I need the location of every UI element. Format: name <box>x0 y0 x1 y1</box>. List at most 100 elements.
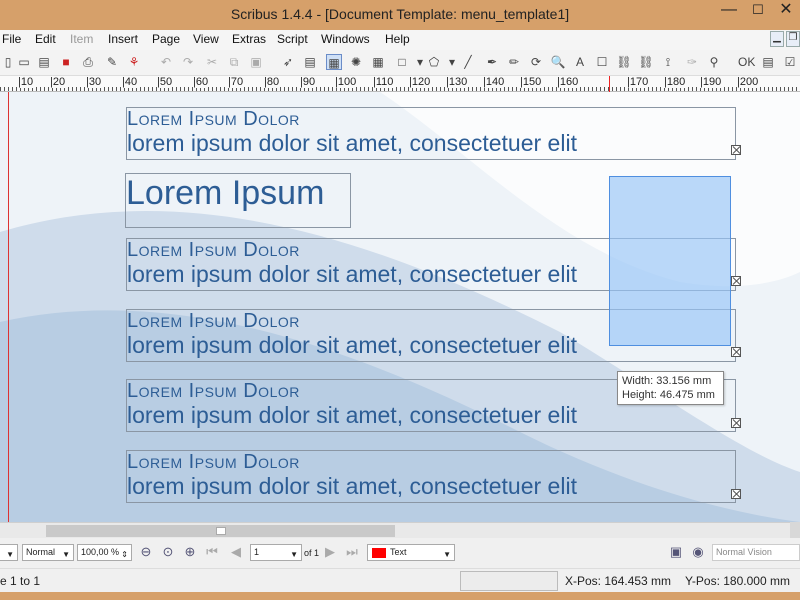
menu-help[interactable]: Help <box>385 32 410 46</box>
select-item-icon[interactable]: ➶ <box>280 54 296 70</box>
previous-page-icon[interactable]: ◀ <box>228 544 244 560</box>
cut-icon[interactable]: ✂ <box>204 54 220 70</box>
overflow-handle-icon[interactable] <box>731 145 741 155</box>
zoom-value: 100,00 % <box>81 547 120 557</box>
ruler-label: |110 <box>373 76 394 88</box>
zoom-in-icon[interactable]: ⊕ <box>182 544 198 560</box>
new-document-icon[interactable]: ▯ <box>0 54 16 70</box>
page-select[interactable]: 1 ▼ <box>250 544 302 561</box>
horizontal-scrollbar[interactable] <box>0 522 800 538</box>
scrollbar-grip-icon[interactable] <box>216 527 226 535</box>
first-page-icon[interactable]: ⏮ <box>204 544 220 560</box>
print-icon[interactable]: ⎙ <box>80 54 96 70</box>
horizontal-ruler: |10 |20 |30 |40 |50 |60 |70 |80 |90 |100… <box>0 76 800 92</box>
zoom-icon[interactable]: 🔍 <box>550 54 566 70</box>
text-frame-icon[interactable]: ▤ <box>302 54 318 70</box>
overflow-handle-icon[interactable] <box>731 276 741 286</box>
x-position-readout: X-Pos: 164.453 mm <box>565 574 672 588</box>
bezier-icon[interactable]: ✒ <box>484 54 500 70</box>
layer-select[interactable]: Text ▼ <box>367 544 455 561</box>
menu-insert[interactable]: Insert <box>108 32 138 46</box>
last-page-icon[interactable]: ⏭ <box>344 544 360 560</box>
overflow-handle-icon[interactable] <box>731 347 741 357</box>
measurements-icon[interactable]: ⟟ <box>660 54 676 70</box>
ruler-label: |180 <box>664 76 686 88</box>
status-progress-field <box>460 571 558 591</box>
menu-item[interactable]: Item <box>70 32 93 46</box>
pdf-checkbox-icon[interactable]: ☑ <box>782 54 798 70</box>
image-preview-quality-select[interactable]: Normal ▼ <box>22 544 74 561</box>
frame-body-text: lorem ipsum dolor sit amet, consectetuer… <box>127 473 577 499</box>
paste-icon[interactable]: ▣ <box>248 54 264 70</box>
ruler-label: |200 <box>737 76 759 88</box>
preview-mode-icon[interactable]: ▣ <box>668 544 684 560</box>
unlink-frames-icon[interactable]: ⛓ <box>638 54 654 70</box>
next-page-icon[interactable]: ▶ <box>322 544 338 560</box>
menu-view[interactable]: View <box>193 32 219 46</box>
zoom-100-icon[interactable]: ⊙ <box>160 544 176 560</box>
close-button[interactable]: ✕ <box>772 0 800 22</box>
image-frame-icon[interactable]: ▦ <box>326 54 342 70</box>
export-pdf-icon[interactable]: ⚘ <box>126 54 142 70</box>
ruler-label: |170 <box>627 76 649 88</box>
eye-dropper-icon[interactable]: ⚲ <box>706 54 722 70</box>
redo-icon[interactable]: ↷ <box>180 54 196 70</box>
edit-content-icon[interactable]: ☐ <box>594 54 610 70</box>
copy-properties-icon[interactable]: ✑ <box>684 54 700 70</box>
page-margin-line <box>8 92 9 522</box>
rotate-item-icon[interactable]: ⟳ <box>528 54 544 70</box>
maximize-button[interactable]: ☐ <box>744 0 772 22</box>
menu-edit[interactable]: Edit <box>35 32 56 46</box>
freehand-line-icon[interactable]: ✏ <box>506 54 522 70</box>
text-frame-5[interactable]: Lorem Ipsum Dolor lorem ipsum dolor sit … <box>126 450 741 503</box>
status-bar: e 1 to 1 X-Pos: 164.453 mm Y-Pos: 180.00… <box>0 568 800 592</box>
title-frame[interactable]: Lorem Ipsum <box>125 173 351 228</box>
polygon-icon[interactable]: ⬠ <box>426 54 442 70</box>
zoom-out-icon[interactable]: ⊖ <box>138 544 154 560</box>
overflow-handle-icon[interactable] <box>731 489 741 499</box>
scrollbar-corner <box>790 522 800 538</box>
undo-icon[interactable]: ↶ <box>158 54 174 70</box>
preflight-verifier-icon[interactable]: ✎ <box>104 54 120 70</box>
render-frame-icon[interactable]: ✺ <box>348 54 364 70</box>
line-icon[interactable]: ╱ <box>460 54 476 70</box>
mdi-minimize-icon[interactable]: ▁ <box>770 31 784 47</box>
zoom-input[interactable]: 100,00 % ⇕ <box>77 544 132 561</box>
pdf-text-field-icon[interactable]: ▤ <box>760 54 776 70</box>
menu-windows[interactable]: Windows <box>321 32 370 46</box>
mdi-restore-icon[interactable]: ❐ <box>786 31 800 47</box>
window-bottom-border <box>0 592 800 600</box>
frame-body-text: lorem ipsum dolor sit amet, consectetuer… <box>127 332 577 358</box>
open-document-icon[interactable]: ▭ <box>16 54 32 70</box>
menu-file[interactable]: File <box>2 32 21 46</box>
frame-body-text: lorem ipsum dolor sit amet, consectetuer… <box>127 130 577 156</box>
frame-body-text: lorem ipsum dolor sit amet, consectetuer… <box>127 261 577 287</box>
polygon-dropdown-icon[interactable]: ▾ <box>444 54 460 70</box>
ruler-label: |30 <box>86 76 102 88</box>
menu-script[interactable]: Script <box>277 32 308 46</box>
close-document-icon[interactable]: ■ <box>58 54 74 70</box>
pdf-push-button-icon[interactable]: OK <box>738 54 755 70</box>
link-frames-icon[interactable]: ⛓ <box>616 54 632 70</box>
copy-icon[interactable]: ⧉ <box>226 54 242 70</box>
shape-icon[interactable]: □ <box>394 54 410 70</box>
overflow-handle-icon[interactable] <box>731 418 741 428</box>
save-document-icon[interactable]: ▤ <box>36 54 52 70</box>
unit-select[interactable]: ▼ <box>0 544 18 561</box>
table-icon[interactable]: ▦ <box>370 54 386 70</box>
drawing-selection-box[interactable] <box>609 176 731 346</box>
ruler-label: |70 <box>228 76 244 88</box>
menu-page[interactable]: Page <box>152 32 180 46</box>
minimize-button[interactable]: — <box>714 0 744 22</box>
layer-value: Text <box>390 547 407 557</box>
menu-extras[interactable]: Extras <box>232 32 266 46</box>
frame-title: Lorem Ipsum <box>126 174 325 212</box>
frame-heading: Lorem Ipsum Dolor <box>127 239 300 261</box>
visual-appearance-icon[interactable]: ◉ <box>690 544 706 560</box>
text-frame-1[interactable]: Lorem Ipsum Dolor lorem ipsum dolor sit … <box>126 107 741 160</box>
ruler-label: |140 <box>483 76 505 88</box>
frame-heading: Lorem Ipsum Dolor <box>127 310 300 332</box>
document-canvas[interactable]: Lorem Ipsum Dolor lorem ipsum dolor sit … <box>0 92 800 522</box>
visual-appearance-select[interactable]: Normal Vision <box>712 544 800 561</box>
edit-text-icon[interactable]: A <box>572 54 588 70</box>
